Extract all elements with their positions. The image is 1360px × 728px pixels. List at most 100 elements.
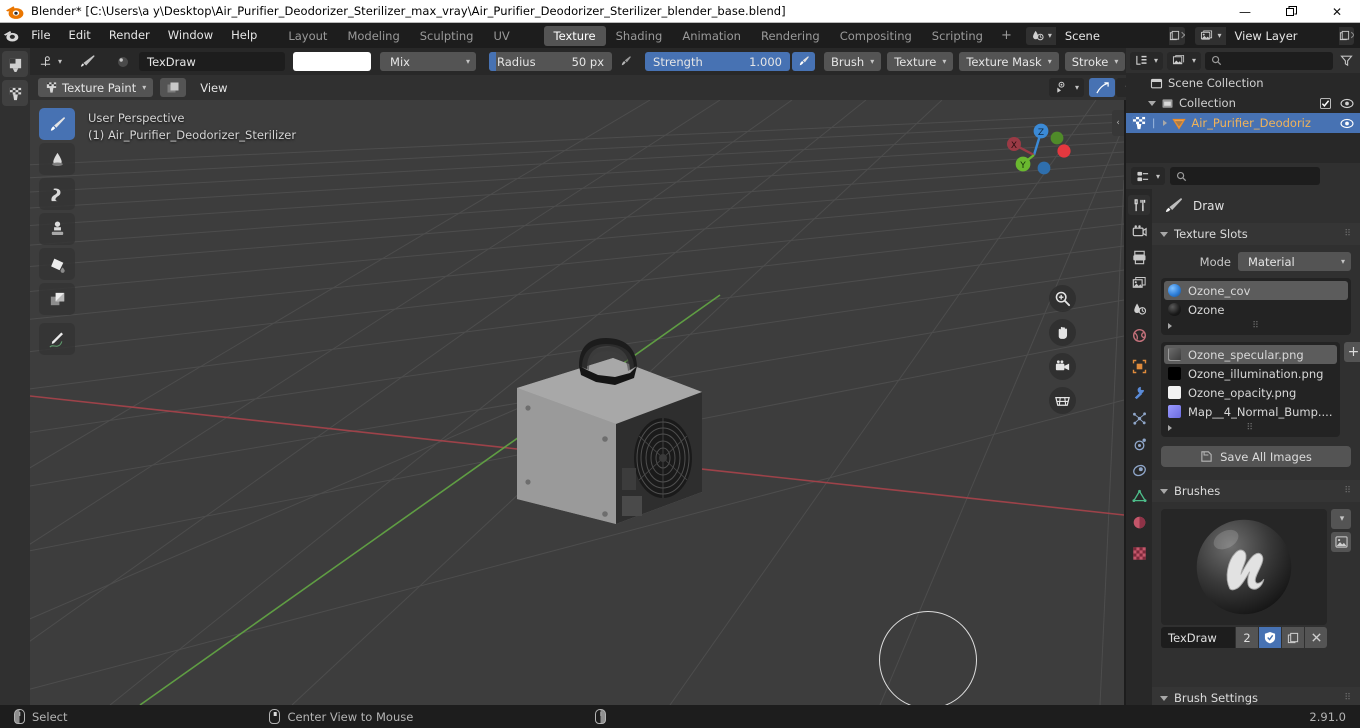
ptab-output[interactable] xyxy=(1128,247,1150,267)
pan-hand-icon[interactable] xyxy=(1049,319,1076,346)
outliner-row-air-purifier[interactable]: | Air_Purifier_Deodoriz xyxy=(1126,113,1360,133)
outliner-display-mode[interactable]: ▾ xyxy=(1130,51,1164,70)
view-menu[interactable]: View xyxy=(193,78,234,97)
brush-name-field[interactable]: TexDraw xyxy=(139,52,286,71)
ptab-object-data[interactable] xyxy=(1128,486,1150,506)
ptab-particles[interactable] xyxy=(1128,408,1150,428)
ptab-constraints[interactable] xyxy=(1128,460,1150,480)
tab-animation[interactable]: Animation xyxy=(672,26,751,46)
tool-annotate[interactable] xyxy=(39,323,75,355)
brush-color-swatch[interactable] xyxy=(293,52,372,71)
blender-menu-icon[interactable] xyxy=(0,28,22,43)
add-texture-slot-button[interactable]: + xyxy=(1343,342,1360,362)
zoom-icon[interactable] xyxy=(1049,285,1076,312)
tab-compositing[interactable]: Compositing xyxy=(830,26,922,46)
brush-preview-image-icon[interactable] xyxy=(1331,532,1351,552)
list-resize-footer[interactable]: ⠿ xyxy=(1164,421,1337,434)
chevron-right-icon[interactable] xyxy=(1163,120,1168,126)
list-item[interactable]: Ozone_cov xyxy=(1164,281,1348,300)
ptab-texture[interactable] xyxy=(1128,543,1150,563)
tab-shading[interactable]: Shading xyxy=(606,26,673,46)
ptab-world[interactable] xyxy=(1128,325,1150,345)
viewport-sidebar-toggle[interactable]: ‹ xyxy=(1112,110,1124,136)
material-slot-list[interactable]: Ozone_cov Ozone ⠿ xyxy=(1161,278,1351,335)
view-layer-selector[interactable]: ▾ View Layer ✕ xyxy=(1194,26,1355,45)
funnel-icon[interactable] xyxy=(1337,54,1356,67)
ptab-physics[interactable] xyxy=(1128,434,1150,454)
radius-pressure-toggle[interactable] xyxy=(614,52,638,71)
menu-file[interactable]: File xyxy=(22,26,59,45)
eye-icon[interactable] xyxy=(1340,98,1354,109)
image-editor-type-icon[interactable] xyxy=(2,51,28,77)
texture-paint-strip-icon[interactable] xyxy=(2,80,28,106)
list-item[interactable]: Ozone xyxy=(1164,300,1348,319)
ortho-grid-icon[interactable] xyxy=(1049,387,1076,414)
chevron-down-icon[interactable] xyxy=(1148,100,1156,106)
tool-soften[interactable] xyxy=(39,143,75,175)
outliner-search-input[interactable] xyxy=(1205,51,1333,70)
view-layer-icon[interactable]: ▾ xyxy=(1194,26,1227,45)
texture-popover[interactable]: Texture ▾ xyxy=(887,52,954,71)
outliner-row-scene-collection[interactable]: Scene Collection xyxy=(1126,73,1360,93)
fake-user-shield-icon[interactable] xyxy=(1259,627,1281,648)
tool-fill[interactable] xyxy=(39,248,75,280)
tool-draw[interactable] xyxy=(39,108,75,140)
outliner-id-filter[interactable]: ▾ xyxy=(1167,51,1202,70)
ptab-tool[interactable] xyxy=(1128,195,1150,215)
menu-window[interactable]: Window xyxy=(159,26,222,45)
brush-preview-image[interactable] xyxy=(1161,509,1327,625)
stroke-popover[interactable]: Stroke ▾ xyxy=(1064,52,1126,71)
tool-mask[interactable] xyxy=(39,283,75,315)
list-item[interactable]: Ozone_specular.png xyxy=(1164,345,1337,364)
tab-sculpting[interactable]: Sculpting xyxy=(410,26,484,46)
ptab-modifiers[interactable] xyxy=(1128,382,1150,402)
tab-rendering[interactable]: Rendering xyxy=(751,26,830,46)
brush-users-count[interactable]: 2 xyxy=(1236,627,1258,648)
tool-clone[interactable] xyxy=(39,213,75,245)
tab-layout[interactable]: Layout xyxy=(278,26,337,46)
navigation-gizmo[interactable]: Z X Y xyxy=(999,110,1079,190)
scene-selector[interactable]: ▾ Scene ✕ xyxy=(1025,26,1185,45)
camera-icon[interactable] xyxy=(1049,353,1076,380)
unlink-brush-icon[interactable] xyxy=(1305,627,1327,648)
ptab-scene[interactable] xyxy=(1128,299,1150,319)
new-scene-button[interactable] xyxy=(1168,26,1180,45)
image-slot-list[interactable]: Ozone_specular.png Ozone_illumination.pn… xyxy=(1161,342,1340,437)
scene-name[interactable]: Scene xyxy=(1056,26,1169,45)
duplicate-brush-icon[interactable] xyxy=(1282,627,1304,648)
resize-grip[interactable]: ⠿ xyxy=(1252,321,1260,331)
minimize-button[interactable]: — xyxy=(1222,0,1268,23)
paint-mask-toggle[interactable] xyxy=(160,78,187,97)
tab-modeling[interactable]: Modeling xyxy=(337,26,409,46)
3d-viewport[interactable]: User Perspective (1) Air_Purifier_Deodor… xyxy=(30,100,1124,705)
panel-brushes-header[interactable]: Brushes ⠿ xyxy=(1152,480,1360,502)
browse-brush-chevron-down-icon[interactable]: ▾ xyxy=(1331,509,1351,529)
menu-help[interactable]: Help xyxy=(222,26,266,45)
tool-smear[interactable] xyxy=(39,178,75,210)
panel-brush-settings-header[interactable]: Brush Settings ⠿ xyxy=(1152,687,1360,705)
texture-mask-popover[interactable]: Texture Mask ▾ xyxy=(959,52,1059,71)
mode-dropdown[interactable]: Material ▾ xyxy=(1238,252,1351,271)
brush-falloff-selector[interactable]: ▾ xyxy=(34,52,68,71)
close-button[interactable]: ✕ xyxy=(1314,0,1360,23)
menu-render[interactable]: Render xyxy=(100,26,159,45)
resize-grip[interactable]: ⠿ xyxy=(1246,423,1254,433)
outliner-row-collection[interactable]: Collection xyxy=(1126,93,1360,113)
checkbox-icon[interactable] xyxy=(1320,97,1331,109)
interaction-mode-dropdown[interactable]: Texture Paint ▾ xyxy=(38,78,154,97)
ptab-render[interactable] xyxy=(1128,221,1150,241)
tab-texture-paint[interactable]: Texture Paint xyxy=(543,25,606,63)
gizmo-toggle[interactable] xyxy=(1089,78,1115,97)
list-resize-footer[interactable]: ⠿ xyxy=(1164,319,1348,332)
view-layer-name[interactable]: View Layer xyxy=(1226,26,1339,45)
tab-uv-editing[interactable]: UV Editing xyxy=(483,26,543,63)
list-item[interactable]: Ozone_opacity.png xyxy=(1164,383,1337,402)
brush-data-icon[interactable] xyxy=(109,52,138,71)
eye-icon[interactable] xyxy=(1340,118,1354,129)
scene-icon[interactable]: ▾ xyxy=(1025,26,1057,45)
ptab-material[interactable] xyxy=(1128,512,1150,532)
brush-popover[interactable]: Brush ▾ xyxy=(824,52,882,71)
menu-edit[interactable]: Edit xyxy=(60,26,100,45)
save-all-images-button[interactable]: Save All Images xyxy=(1161,446,1351,467)
list-item[interactable]: Map__4_Normal_Bump.... xyxy=(1164,402,1337,421)
